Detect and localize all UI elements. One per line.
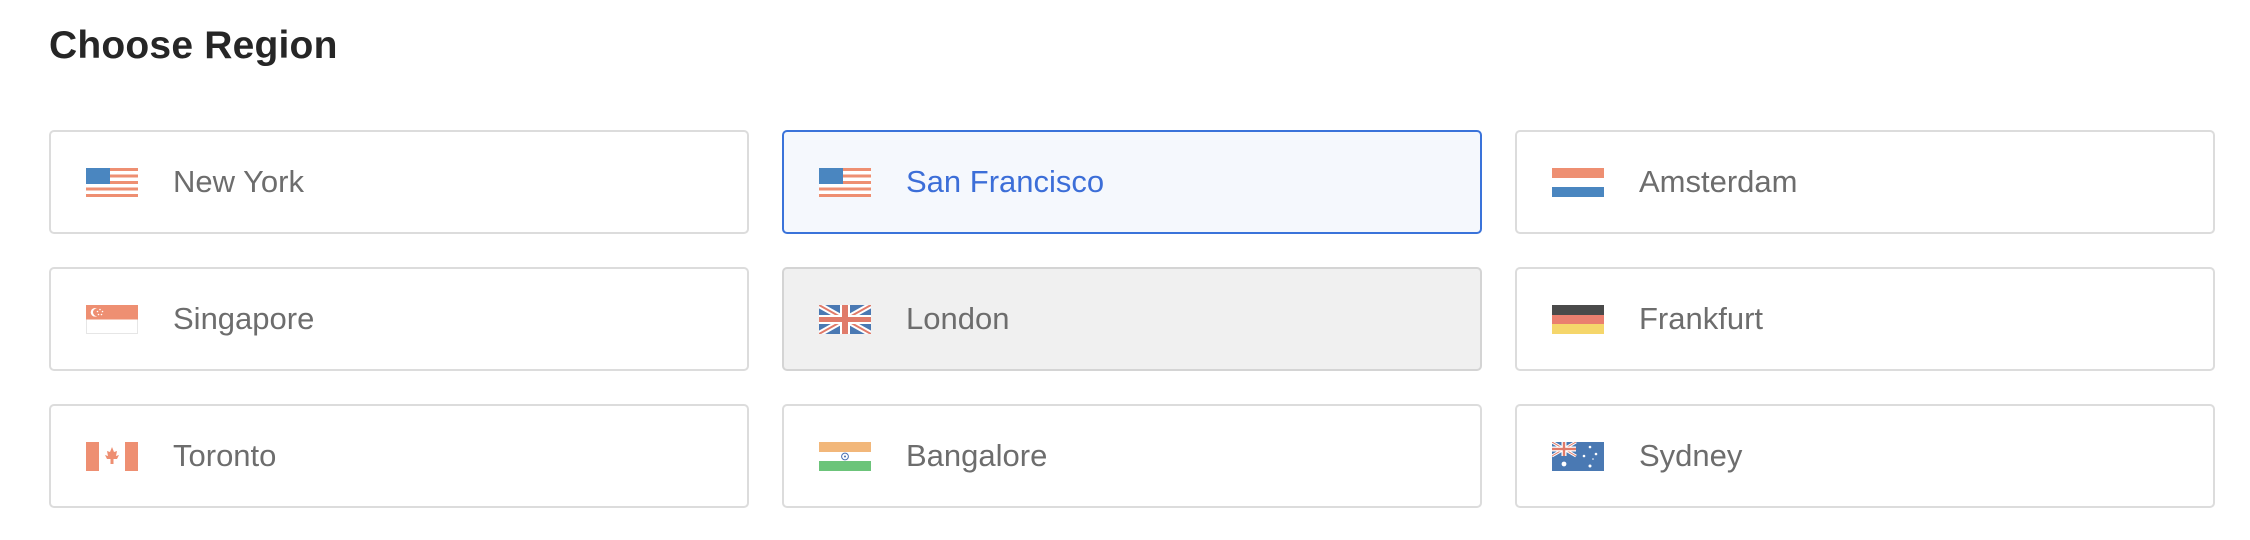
region-card-frankfurt[interactable]: Frankfurt <box>1515 267 2215 371</box>
region-card-london[interactable]: London <box>782 267 1482 371</box>
netherlands-flag-icon <box>1552 167 1604 197</box>
us-flag-icon <box>819 167 871 197</box>
canada-flag-icon <box>86 441 138 471</box>
region-label: Amsterdam <box>1639 164 1798 199</box>
region-label: Toronto <box>173 438 277 473</box>
region-label: Sydney <box>1639 438 1743 473</box>
singapore-flag-icon <box>86 304 138 334</box>
region-picker: Choose Region New York San Francisco Ams… <box>0 0 2250 540</box>
region-label: London <box>906 301 1010 336</box>
region-card-bangalore[interactable]: Bangalore <box>782 404 1482 508</box>
region-card-amsterdam[interactable]: Amsterdam <box>1515 130 2215 234</box>
region-card-san-francisco[interactable]: San Francisco <box>782 130 1482 234</box>
region-label: Singapore <box>173 301 315 336</box>
region-card-sydney[interactable]: Sydney <box>1515 404 2215 508</box>
region-label: Bangalore <box>906 438 1048 473</box>
germany-flag-icon <box>1552 304 1604 334</box>
page-title: Choose Region <box>49 24 338 67</box>
region-card-toronto[interactable]: Toronto <box>49 404 749 508</box>
region-card-singapore[interactable]: Singapore <box>49 267 749 371</box>
region-card-new-york[interactable]: New York <box>49 130 749 234</box>
region-grid: New York San Francisco Amsterdam Singapo… <box>49 130 2215 508</box>
region-label: San Francisco <box>906 164 1105 199</box>
india-flag-icon <box>819 441 871 471</box>
australia-flag-icon <box>1552 441 1604 471</box>
region-label: New York <box>173 164 304 199</box>
region-label: Frankfurt <box>1639 301 1764 336</box>
us-flag-icon <box>86 167 138 197</box>
uk-flag-icon <box>819 304 871 334</box>
